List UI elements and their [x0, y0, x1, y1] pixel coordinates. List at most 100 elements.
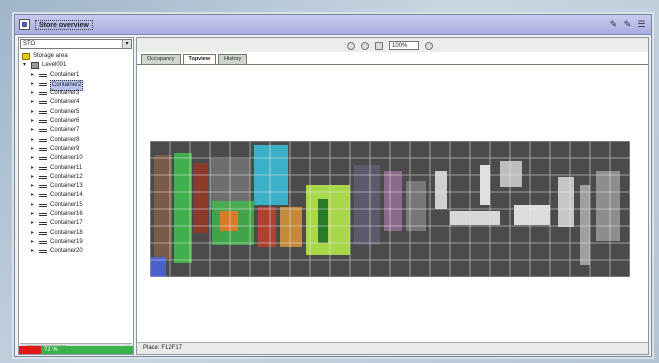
title-bar[interactable]: Store overview ✎ ✎ ☰	[15, 15, 651, 35]
tree-item-label: Container1	[50, 71, 80, 78]
tree-item[interactable]: ▸ Container16	[21, 210, 133, 219]
tree-item-label: Container4	[50, 99, 80, 106]
container-block	[480, 165, 490, 205]
tree-item-label: Container7	[50, 127, 80, 134]
expand-icon[interactable]: ▸	[31, 182, 34, 191]
tree-item[interactable]: ▸ Container9	[21, 145, 133, 154]
container-icon	[39, 129, 47, 133]
container-icon	[39, 175, 47, 179]
container-icon	[39, 222, 47, 226]
container-block	[435, 171, 447, 209]
expand-icon[interactable]: ▸	[31, 136, 34, 145]
zoom-field[interactable]: 100%	[389, 41, 419, 50]
expand-icon[interactable]: ▸	[31, 229, 34, 238]
tree-item-label: Container12	[50, 173, 83, 180]
tree-item[interactable]: ▸ Container2	[21, 79, 133, 91]
expand-icon[interactable]: ▾	[23, 61, 26, 70]
capacity-status-bar: 72 %	[19, 346, 133, 354]
tree-item-label: Container13	[50, 183, 83, 190]
topview-viewport[interactable]	[137, 65, 648, 342]
tree-item-label: Container17	[50, 220, 83, 227]
tab-topview[interactable]: Topview	[182, 54, 217, 64]
container-block	[194, 163, 208, 233]
expand-icon[interactable]: ▸	[31, 71, 34, 80]
tree-item-label: Container10	[50, 155, 83, 162]
expand-icon[interactable]: ▸	[31, 154, 34, 163]
expand-icon[interactable]: ▸	[31, 89, 34, 98]
container-block	[384, 171, 402, 231]
container-block	[580, 185, 590, 265]
tree-item[interactable]: ▸ Container7	[21, 126, 133, 135]
container-block	[318, 199, 328, 243]
tree-item-label: Container19	[50, 238, 83, 245]
tree-item[interactable]: ▸ Container1	[21, 71, 133, 80]
zoom-out-icon[interactable]	[347, 41, 355, 50]
tab-history[interactable]: History	[218, 54, 248, 64]
tree-item[interactable]: ▸ Container18	[21, 229, 133, 238]
edit-icon[interactable]: ✎	[608, 18, 619, 30]
container-block	[558, 177, 574, 227]
tree-item-label: Container5	[50, 108, 80, 115]
container-icon	[39, 82, 47, 86]
tree-item[interactable]: ▸ Container17	[21, 219, 133, 228]
tree-item[interactable]: ▸ Container15	[21, 201, 133, 210]
expand-icon[interactable]: ▸	[31, 80, 34, 89]
expand-icon[interactable]: ▸	[31, 98, 34, 107]
tree-item[interactable]: ▸ Container6	[21, 117, 133, 126]
container-block	[596, 171, 620, 241]
grid-icon[interactable]	[375, 41, 383, 50]
tree-item[interactable]: ▸ Container19	[21, 238, 133, 247]
container-icon	[39, 120, 47, 124]
place-status: Place: F12F17	[137, 342, 648, 354]
tree-item[interactable]: ▸ Container11	[21, 164, 133, 173]
storage-select[interactable]: STO ▾	[20, 39, 132, 49]
zoom-in-icon[interactable]	[361, 41, 369, 50]
expand-icon[interactable]: ▸	[31, 164, 34, 173]
container-icon	[39, 138, 47, 142]
storage-tree: Storage area ▾ Level001 ▸ Container1 ▸ Cont…	[21, 52, 133, 257]
container-icon	[39, 166, 47, 170]
tree-panel: STO ▾ Storage area ▾ Level001 ▸ Container…	[18, 37, 134, 355]
tree-item-label: Container15	[50, 201, 83, 208]
container-icon	[39, 101, 47, 105]
expand-icon[interactable]: ▸	[31, 247, 34, 256]
container-icon	[39, 185, 47, 189]
expand-icon[interactable]: ▸	[31, 238, 34, 247]
expand-icon[interactable]: ▸	[31, 108, 34, 117]
chevron-down-icon[interactable]: ▾	[122, 40, 131, 48]
tree-item[interactable]: ▸ Container8	[21, 136, 133, 145]
expand-icon[interactable]: ▸	[31, 219, 34, 228]
tree-item[interactable]: ▸ Container5	[21, 108, 133, 117]
tree-item[interactable]: ▸ Container12	[21, 173, 133, 182]
tree-node-label: Level001	[42, 62, 67, 69]
tree-item[interactable]: ▸ Container3	[21, 89, 133, 98]
expand-icon[interactable]: ▸	[31, 201, 34, 210]
expand-icon[interactable]: ▸	[31, 173, 34, 182]
store-floorplan[interactable]	[150, 141, 630, 277]
expand-icon[interactable]: ▸	[31, 145, 34, 154]
expand-icon[interactable]: ▸	[31, 191, 34, 200]
container-block	[258, 207, 276, 247]
tree-item[interactable]: ▸ Container20	[21, 247, 133, 256]
refresh-icon[interactable]	[425, 41, 433, 50]
tree-item-label: Container9	[50, 145, 80, 152]
tree-item-label: Container11	[50, 164, 83, 171]
expand-icon[interactable]: ▸	[31, 210, 34, 219]
tab-occupancy[interactable]: Occupancy	[141, 54, 181, 64]
tree-item[interactable]: ▸ Container10	[21, 154, 133, 163]
tree-item[interactable]: ▸ Container4	[21, 98, 133, 107]
tree-item[interactable]: ▸ Container13	[21, 182, 133, 191]
tree-root[interactable]: Storage area	[21, 52, 133, 61]
container-icon	[39, 231, 47, 235]
capacity-alert	[19, 346, 41, 354]
expand-icon[interactable]: ▸	[31, 117, 34, 126]
container-block	[354, 165, 380, 245]
edit-alt-icon[interactable]: ✎	[622, 18, 633, 30]
title-buttons: ✎ ✎ ☰	[608, 18, 647, 30]
expand-icon[interactable]: ▸	[31, 126, 34, 135]
menu-icon[interactable]: ☰	[636, 18, 647, 30]
view-tabs: Occupancy Topview History	[141, 54, 248, 64]
tree-node-level[interactable]: ▾ Level001	[21, 61, 133, 70]
tree-item[interactable]: ▸ Container14	[21, 191, 133, 200]
view-panel: 100% Occupancy Topview History Place: F1…	[136, 37, 649, 355]
